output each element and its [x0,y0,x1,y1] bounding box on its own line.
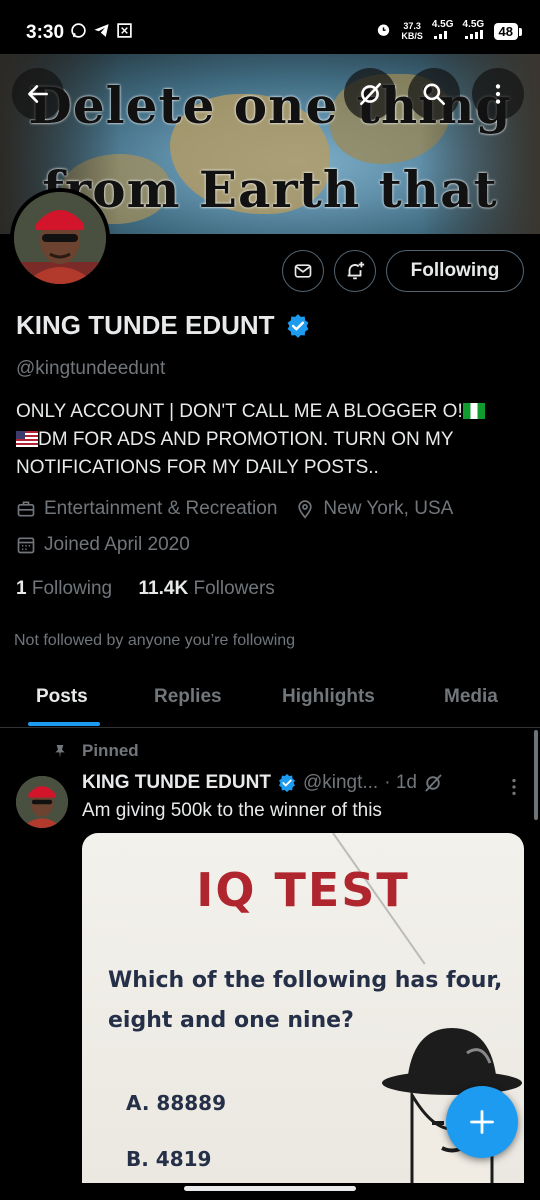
profile-handle: @kingtundeedunt [16,358,166,379]
grok-icon[interactable] [423,773,443,793]
status-notification-icons [70,22,133,43]
profile-location: New York, USA [323,498,454,519]
plus-icon [470,1110,494,1134]
profile-name: KING TUNDE EDUNT [16,310,275,340]
signal-2-icon: 4.5G [463,20,485,42]
status-bar: 3:30 37.3 KB/S 4.5G 4.5G 48 [0,0,540,54]
status-time: 3:30 [26,22,65,43]
post-header: KING TUNDE EDUNT @kingt... · 1d [82,772,443,794]
post-text: Am giving 500k to the winner of this [82,800,382,821]
following-link[interactable]: 1 Following [16,578,112,599]
avatar-image [14,192,106,284]
verified-badge-icon [278,773,295,793]
compose-post-button[interactable] [446,1086,518,1158]
network-speed: 37.3 KB/S [401,21,423,41]
profile-category: Entertainment & Recreation [44,498,278,519]
us-flag-icon [16,431,38,447]
grok-icon [360,82,382,106]
banner-text-line-1: Delete one thing [28,76,512,135]
app-icon [116,22,133,43]
post-time: · 1d [384,772,417,793]
post-more-button[interactable] [506,776,522,803]
more-vertical-icon [495,84,501,104]
message-button[interactable] [282,250,324,292]
pin-icon [55,745,65,758]
profile-bio: ONLY ACCOUNT | DON'T CALL ME A BLOGGER O… [16,398,526,482]
iq-option-b: B. 4819 [126,1147,212,1171]
alarm-icon [375,21,392,41]
post-author-avatar[interactable] [16,776,68,828]
notifications-button[interactable] [334,250,376,292]
not-followed-note: Not followed by anyone you’re following [14,632,296,649]
tab-posts[interactable]: Posts [36,686,88,708]
profile-joined: Joined April 2020 [44,534,190,555]
battery-icon: 48 [493,22,523,40]
nigeria-flag-icon [462,403,485,419]
tab-replies[interactable]: Replies [154,686,222,708]
verified-badge-icon[interactable] [285,313,311,339]
profile-meta-row-2: Joined April 2020 [16,534,190,556]
back-arrow-icon [28,85,48,103]
profile-avatar[interactable] [10,188,110,288]
search-icon [423,83,446,106]
tab-media[interactable]: Media [444,686,498,708]
back-button[interactable] [12,68,64,120]
grok-button[interactable] [344,68,396,120]
post-author-name[interactable]: KING TUNDE EDUNT [82,772,271,794]
more-vertical-icon [512,778,516,796]
briefcase-icon [17,501,35,517]
scrollbar[interactable] [534,730,538,820]
tab-highlights[interactable]: Highlights [282,686,375,708]
home-indicator[interactable] [184,1186,356,1191]
calendar-icon [17,537,35,554]
following-button[interactable]: Following [386,250,524,292]
avatar-image [16,776,68,828]
mail-icon [294,264,312,278]
location-icon [298,500,313,519]
profile-meta-row-1: Entertainment & Recreation New York, USA [16,498,453,520]
profile-name-row: KING TUNDE EDUNT [16,310,311,341]
search-button[interactable] [408,68,460,120]
iq-test-title: IQ TEST [196,863,410,917]
pinned-label: Pinned [52,741,139,761]
telegram-icon [93,22,110,43]
more-button[interactable] [472,68,524,120]
follow-counts: 1 Following 11.4K Followers [16,578,275,600]
active-tab-indicator [28,722,100,726]
post-author-handle[interactable]: @kingt... [303,772,378,794]
whatsapp-icon [70,22,87,43]
profile-tabs: Posts Replies Highlights Media [0,668,540,728]
bell-plus-icon [347,261,365,280]
iq-option-a: A. 88889 [126,1091,226,1115]
followers-link[interactable]: 11.4K Followers [139,578,275,599]
signal-1-icon: 4.5G [432,20,454,42]
